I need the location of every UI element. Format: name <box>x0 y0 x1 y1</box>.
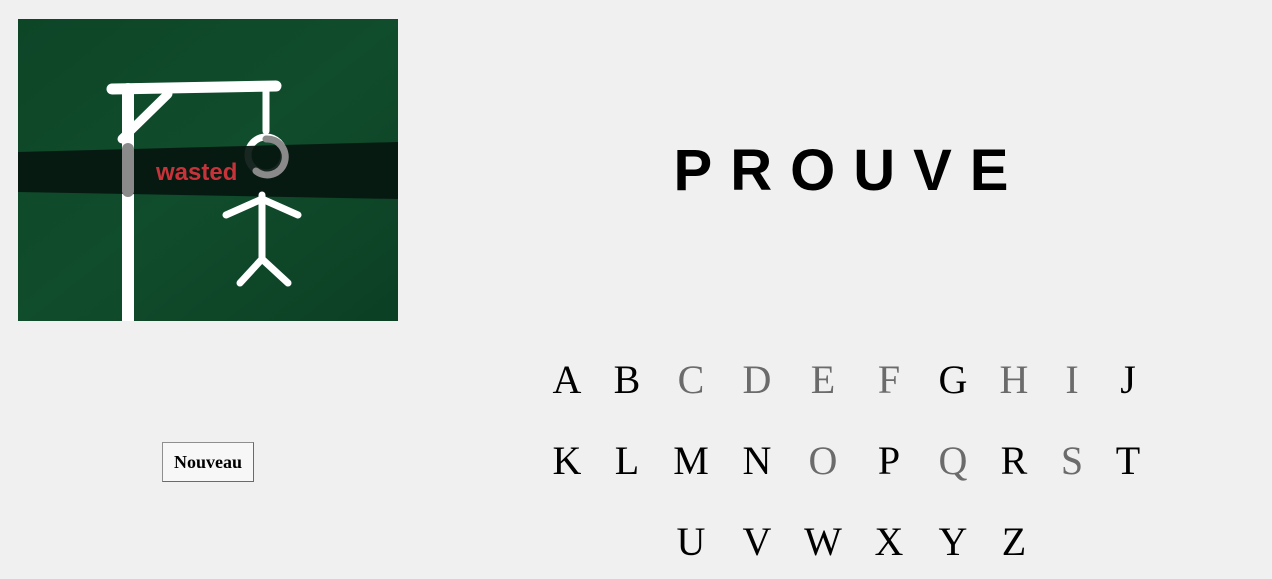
letter-key-r[interactable]: R <box>982 431 1046 491</box>
letter-key-y[interactable]: Y <box>921 512 985 572</box>
letter-key-w[interactable]: W <box>791 512 855 572</box>
letter-key-g[interactable]: G <box>921 350 985 410</box>
letter-key-e: E <box>810 357 836 402</box>
hangman-image: wasted <box>18 19 398 321</box>
letter-key-m[interactable]: M <box>659 431 723 491</box>
wasted-caption: wasted <box>155 159 237 186</box>
letter-key-q: Q <box>938 438 968 483</box>
letter-key-a[interactable]: A <box>535 350 599 410</box>
letter-key-b[interactable]: B <box>595 350 659 410</box>
letter-key-t[interactable]: T <box>1096 431 1160 491</box>
letter-key-z[interactable]: Z <box>982 512 1046 572</box>
letter-key-n[interactable]: N <box>725 431 789 491</box>
letter-key-l[interactable]: L <box>595 431 659 491</box>
letter-key-k[interactable]: K <box>535 431 599 491</box>
letter-key-v[interactable]: V <box>725 512 789 572</box>
letter-key-f: F <box>877 357 901 402</box>
gallows-beam <box>106 80 282 95</box>
letter-key-o: O <box>808 438 838 483</box>
letter-key-j[interactable]: J <box>1096 350 1160 410</box>
letter-key-c: C <box>677 357 705 402</box>
letter-key-s: S <box>1060 438 1084 483</box>
letter-key-h: H <box>999 357 1029 402</box>
hidden-word: PROUVE <box>673 138 1027 203</box>
new-game-button[interactable]: Nouveau <box>162 442 254 482</box>
letter-key-i: I <box>1065 357 1079 402</box>
letter-key-p[interactable]: P <box>857 431 921 491</box>
letter-key-x[interactable]: X <box>857 512 921 572</box>
letter-key-u[interactable]: U <box>659 512 723 572</box>
letter-key-d: D <box>742 357 772 402</box>
